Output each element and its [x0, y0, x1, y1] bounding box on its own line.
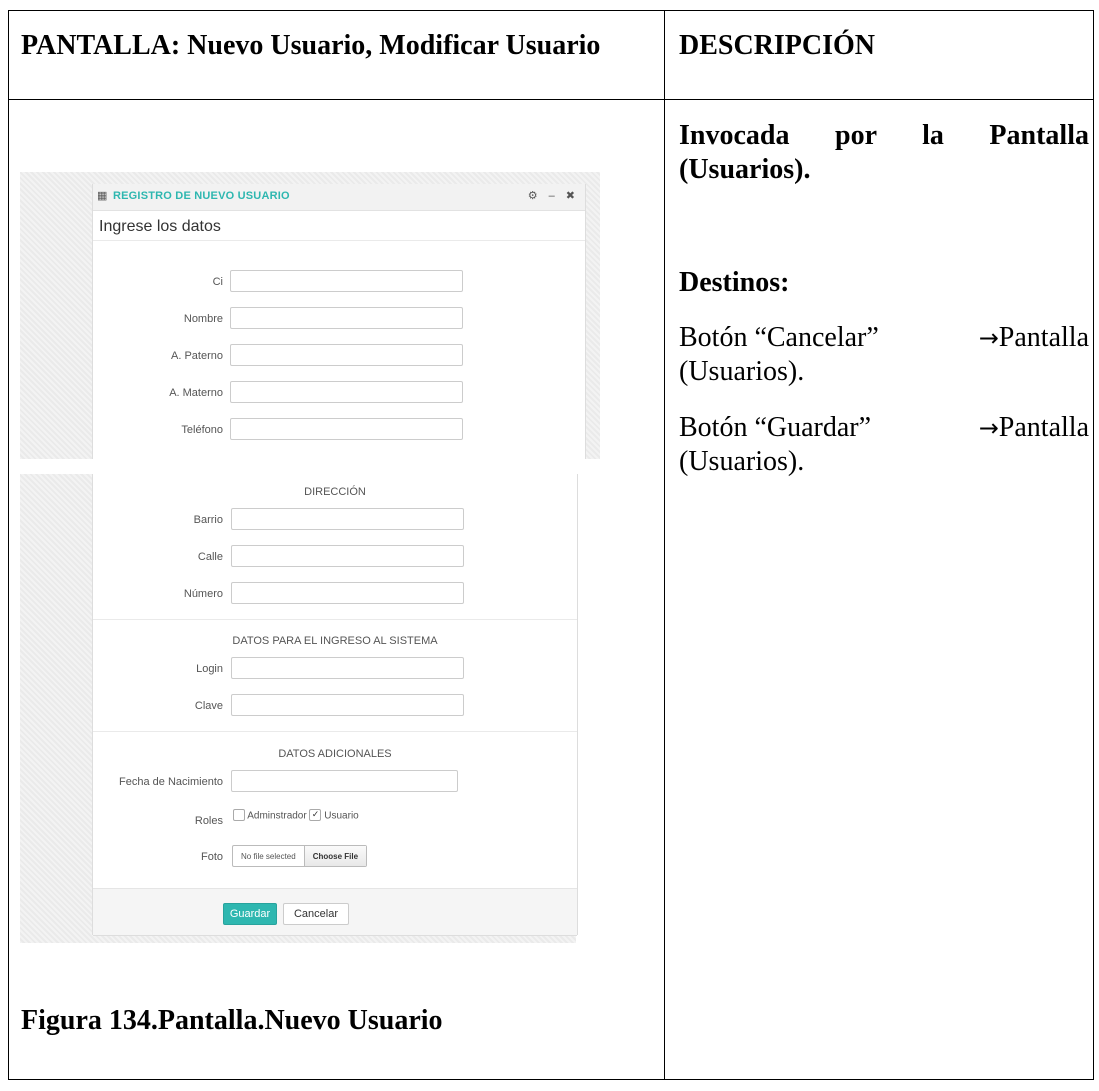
destination-save: Botón “Guardar” →Pantalla (Usuarios).: [679, 411, 1089, 479]
form-subtitle: Ingrese los datos: [99, 218, 221, 235]
screenshot-top: ▦ REGISTRO DE NUEVO USUARIO ⚙ – ✖ Ingres…: [20, 172, 600, 459]
nombre-input[interactable]: [230, 307, 463, 329]
form-panel: ▦ REGISTRO DE NUEVO USUARIO ⚙ – ✖ Ingres…: [92, 184, 586, 459]
description-header: DESCRIPCIÓN: [679, 30, 876, 61]
materno-input[interactable]: [230, 381, 463, 403]
field-label-barrio: Barrio: [193, 514, 223, 526]
destination-cancel-target-word: Pantalla: [998, 322, 1089, 353]
destination-cancel-label: Botón “Cancelar”: [679, 322, 879, 353]
column-divider: [664, 11, 665, 1079]
form-panel-continued: DIRECCIÓN Barrio Calle Número DATOS PARA…: [92, 474, 578, 936]
destination-cancel-target-rest: (Usuarios).: [679, 356, 805, 387]
destination-cancel: Botón “Cancelar” →Pantalla (Usuarios).: [679, 321, 1089, 389]
panel-tools-icons[interactable]: ⚙ – ✖: [528, 189, 579, 202]
field-label-nombre: Nombre: [183, 313, 223, 325]
telefono-input[interactable]: [230, 418, 463, 440]
panel-titlebar: ▦ REGISTRO DE NUEVO USUARIO ⚙ – ✖: [93, 184, 585, 211]
arrow-icon: →: [978, 324, 999, 352]
form-footer: Guardar Cancelar: [93, 888, 577, 936]
divider: [93, 240, 585, 241]
user-role-label: Usuario: [324, 810, 359, 822]
panel-title: REGISTRO DE NUEVO USUARIO: [113, 190, 290, 202]
file-input[interactable]: No file selected Choose File: [232, 845, 368, 867]
file-status: No file selected: [241, 851, 296, 861]
field-label-paterno: A. Paterno: [171, 350, 223, 362]
screenshot-bottom: DIRECCIÓN Barrio Calle Número DATOS PARA…: [20, 474, 578, 943]
field-label-clave: Clave: [194, 700, 223, 712]
destinations-title: Destinos:: [679, 267, 790, 298]
choose-file-button[interactable]: Choose File: [303, 846, 367, 866]
field-label-ci: Ci: [212, 276, 223, 288]
field-label-numero: Número: [183, 588, 223, 600]
row-divider: [9, 99, 1093, 100]
destination-save-target-rest: (Usuarios).: [679, 446, 805, 477]
barrio-input[interactable]: [231, 508, 464, 530]
paterno-input[interactable]: [230, 344, 463, 366]
save-button[interactable]: Guardar: [223, 903, 277, 925]
field-label-roles: Roles: [194, 815, 223, 827]
field-label-birthdate: Fecha de Nacimiento: [119, 776, 223, 788]
field-label-materno: A. Materno: [169, 387, 223, 399]
cancel-button[interactable]: Cancelar: [283, 903, 349, 925]
numero-input[interactable]: [231, 582, 464, 604]
user-checkbox[interactable]: ✓: [309, 809, 322, 821]
roles-group: Adminstrador ✓ Usuario: [233, 809, 359, 822]
destination-save-label: Botón “Guardar”: [679, 412, 872, 443]
divider: [93, 619, 577, 620]
ci-input[interactable]: [230, 270, 463, 292]
arrow-icon: →: [978, 414, 999, 442]
birthdate-input[interactable]: [231, 770, 458, 792]
admin-role-label: Adminstrador: [247, 810, 307, 822]
login-section-title: DATOS PARA EL INGRESO AL SISTEMA: [232, 635, 438, 647]
field-label-telefono: Teléfono: [181, 424, 223, 436]
clave-input[interactable]: [231, 694, 464, 716]
divider: [93, 731, 577, 732]
admin-checkbox[interactable]: [233, 809, 245, 821]
field-label-foto: Foto: [200, 851, 223, 863]
login-input[interactable]: [231, 657, 464, 679]
invocation-text: Invocada por la Pantalla (Usuarios).: [679, 120, 1089, 185]
destination-save-target-word: Pantalla: [998, 412, 1089, 443]
calle-input[interactable]: [231, 545, 464, 567]
table-icon: ▦: [97, 190, 108, 202]
field-label-login: Login: [196, 663, 223, 675]
extra-section-title: DATOS ADICIONALES: [278, 748, 392, 760]
address-section-title: DIRECCIÓN: [304, 486, 366, 498]
screen-header: PANTALLA: Nuevo Usuario, Modificar Usuar…: [21, 30, 601, 61]
field-label-calle: Calle: [197, 551, 223, 563]
figure-caption: Figura 134.Pantalla.Nuevo Usuario: [21, 1005, 443, 1036]
